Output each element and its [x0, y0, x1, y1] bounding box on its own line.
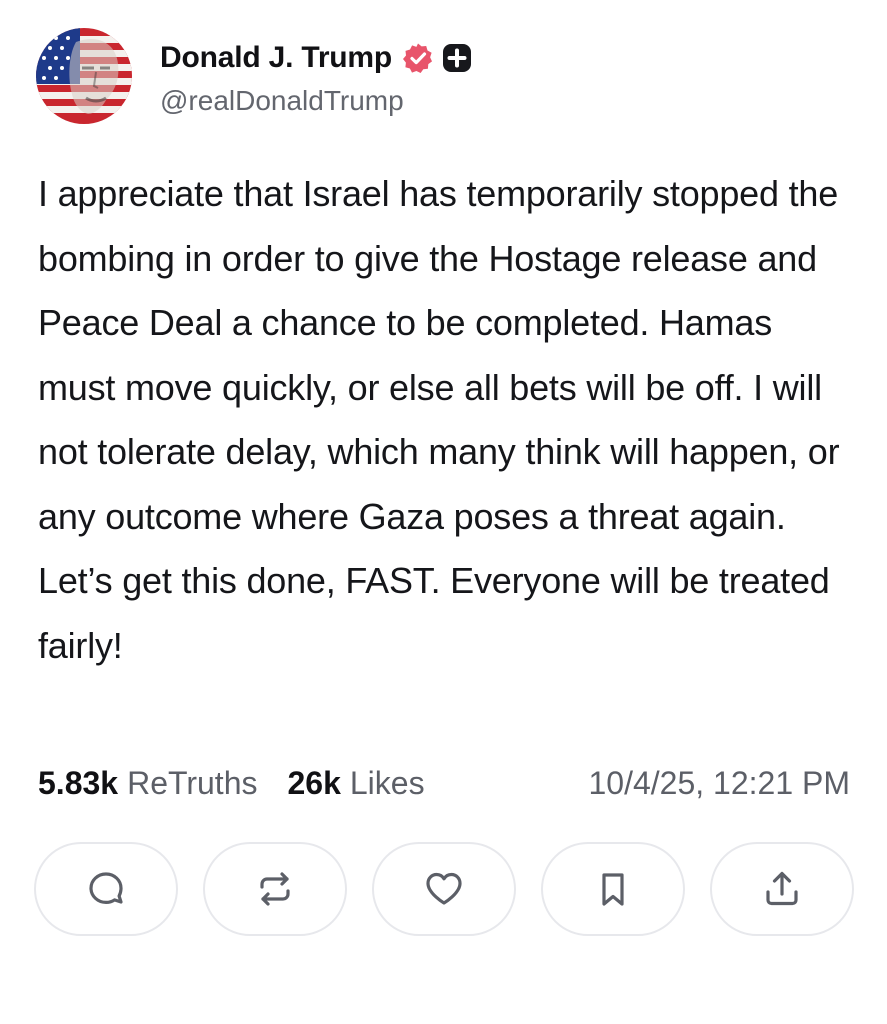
post-header: Donald J. Trump @realDonaldTrump — [36, 28, 472, 124]
author-avatar[interactable] — [36, 28, 132, 124]
like-heart-icon — [426, 872, 462, 905]
verified-badge-icon — [402, 42, 434, 74]
retruth-icon — [260, 872, 290, 906]
post-timestamp: 10/4/25, 12:21 PM — [588, 764, 850, 801]
flag-portrait-avatar-icon — [36, 28, 132, 124]
retruths-count[interactable]: 5.83k — [38, 765, 118, 802]
bookmark-button[interactable] — [541, 842, 685, 936]
truth-post: Donald J. Trump @realDonaldTrump I appre… — [0, 0, 887, 1024]
post-actions — [34, 842, 854, 938]
author-display-name[interactable]: Donald J. Trump — [160, 41, 392, 75]
retruth-button[interactable] — [203, 842, 347, 936]
bookmark-icon — [602, 873, 624, 906]
likes-count[interactable]: 26k — [287, 765, 340, 802]
reply-button[interactable] — [34, 842, 178, 936]
likes-label[interactable]: Likes — [350, 765, 425, 802]
reply-icon — [89, 872, 123, 904]
author-names: Donald J. Trump @realDonaldTrump — [160, 35, 472, 117]
post-text: I appreciate that Israel has temporarily… — [38, 173, 840, 666]
post-stats: 5.83k ReTruths 26k Likes 10/4/25, 12:21 … — [38, 758, 850, 808]
author-name-row: Donald J. Trump — [160, 35, 472, 81]
like-button[interactable] — [372, 842, 516, 936]
author-handle[interactable]: @realDonaldTrump — [160, 85, 472, 117]
share-button[interactable] — [710, 842, 854, 936]
truth-plus-badge-icon — [442, 43, 472, 73]
retruths-label[interactable]: ReTruths — [127, 765, 257, 802]
share-upload-icon — [766, 871, 798, 906]
